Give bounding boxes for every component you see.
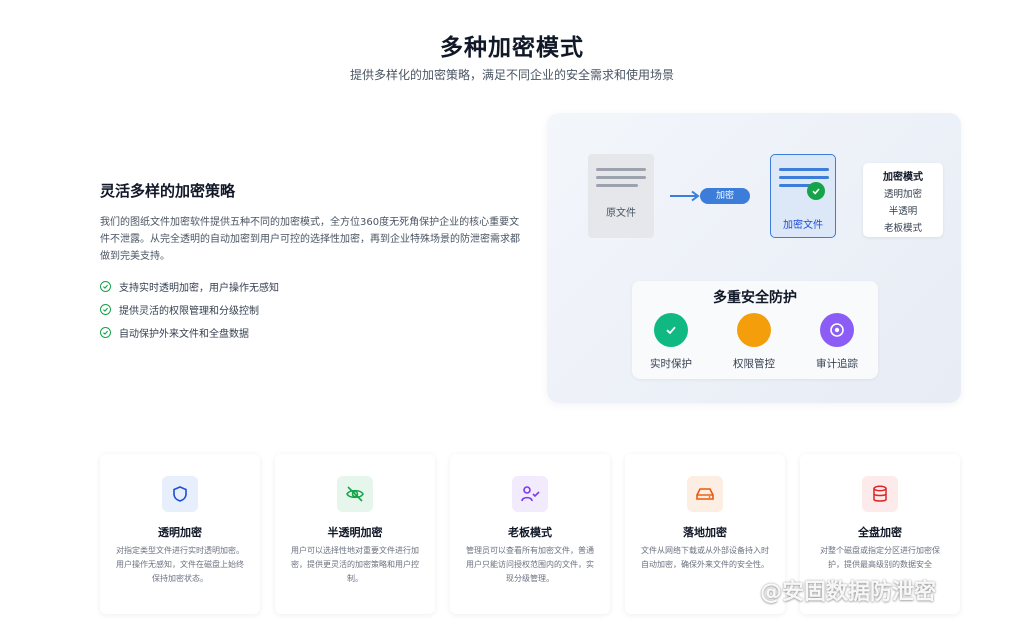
card-title: 落地加密 [683,526,727,539]
security-item-label: 审计追踪 [816,358,858,370]
card-title: 半透明加密 [327,526,383,539]
eye-off-icon [337,476,373,512]
feature-text: 支持实时透明加密，用户操作无感知 [119,283,279,294]
section-heading: 灵活多样的加密策略 [100,182,236,200]
feature-item: 提供灵活的权限管理和分级控制 [100,302,259,317]
page-subtitle: 提供多样化的加密策略，满足不同企业的安全需求和使用场景 [349,68,674,82]
shield-icon [162,476,198,512]
mode-item: 透明加密 [883,189,922,200]
card-boss-mode[interactable]: 老板模式 管理员可以查看所有加密文件，普通用户只能访问授权范围内的文件，实现分级… [450,454,610,614]
card-title: 全盘加密 [858,526,902,539]
check-circle-icon [807,182,825,200]
mode-item: 半透明 [888,206,918,217]
original-file-icon [588,154,654,238]
card-transparent-encryption[interactable]: 透明加密 对指定类型文件进行实时透明加密。用户操作无感知，文件在磁盘上始终保持加… [100,454,260,614]
hard-drive-icon [687,476,723,512]
card-description: 对整个磁盘或指定分区进行加密保护，提供最高级别的数据安全 [820,546,940,569]
encrypt-pill: 加密 [700,188,750,204]
feature-text: 自动保护外来文件和全盘数据 [119,329,249,340]
permission-control-icon [737,313,771,347]
encrypted-file-label: 加密文件 [783,220,823,231]
card-description: 对指定类型文件进行实时透明加密。用户操作无感知，文件在磁盘上始终保持加密状态。 [116,546,244,583]
feature-item: 支持实时透明加密，用户操作无感知 [100,279,279,294]
target-icon [820,313,854,347]
card-description: 用户可以选择性地对重要文件进行加密，提供更灵活的加密策略和用户控制。 [291,546,419,583]
security-item-label: 实时保护 [650,358,692,370]
card-title: 老板模式 [508,526,552,539]
original-file-label: 原文件 [606,208,636,219]
modes-title: 加密模式 [883,172,923,183]
check-circle-icon [100,304,111,315]
feature-item: 自动保护外来文件和全盘数据 [100,325,249,340]
security-title: 多重安全防护 [713,290,797,306]
database-icon [862,476,898,512]
mode-item: 老板模式 [883,223,922,234]
section-description: 我们的图纸文件加密软件提供五种不同的加密模式，全方位360度无死角保护企业的核心… [100,217,520,262]
check-circle-icon [100,281,111,292]
realtime-protection-icon [654,313,688,347]
arrow-right-icon [670,190,700,202]
user-check-icon [512,476,548,512]
security-item-label: 权限管控 [733,358,775,370]
card-title: 透明加密 [158,526,202,539]
page-title: 多种加密模式 [440,35,584,61]
card-description: 管理员可以查看所有加密文件，普通用户只能访问授权范围内的文件，实现分级管理。 [466,546,594,583]
card-semi-transparent-encryption[interactable]: 半透明加密 用户可以选择性地对重要文件进行加密，提供更灵活的加密策略和用户控制。 [275,454,435,614]
check-circle-icon [100,327,111,338]
card-description: 文件从网络下载或从外部设备持入时自动加密，确保外来文件的安全性。 [641,546,769,569]
feature-text: 提供灵活的权限管理和分级控制 [119,306,259,317]
watermark: @安固数据防泄密 [760,580,937,605]
